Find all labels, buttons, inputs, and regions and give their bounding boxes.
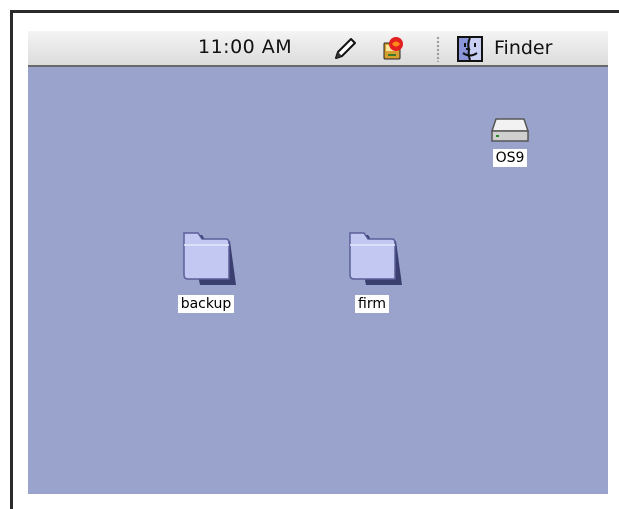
menu-divider[interactable] xyxy=(436,36,440,62)
desktop-folder-backup[interactable]: backup xyxy=(162,229,250,313)
menu-bar: 11:00 AM Finder xyxy=(28,31,608,67)
screen-frame-left xyxy=(10,10,13,509)
app-menu-label: Finder xyxy=(494,37,553,59)
drive-label: OS9 xyxy=(492,149,528,167)
application-menu[interactable]: Finder xyxy=(452,33,602,65)
desktop[interactable]: 11:00 AM Finder OS9 backup firm xyxy=(28,31,608,494)
folder-icon xyxy=(349,232,402,285)
finder-icon xyxy=(457,36,483,62)
desktop-drive-os9[interactable]: OS9 xyxy=(478,115,542,167)
desktop-folder-firm[interactable]: firm xyxy=(334,229,410,313)
screen-frame-top xyxy=(10,10,619,13)
folder-label: firm xyxy=(355,295,389,313)
folder-icon xyxy=(183,232,236,285)
hard-drive-icon xyxy=(490,118,530,142)
pencil-icon[interactable] xyxy=(331,35,359,63)
menu-clock[interactable]: 11:00 AM xyxy=(198,36,292,58)
apple-menu-icon[interactable] xyxy=(379,34,407,62)
folder-label: backup xyxy=(177,295,235,313)
